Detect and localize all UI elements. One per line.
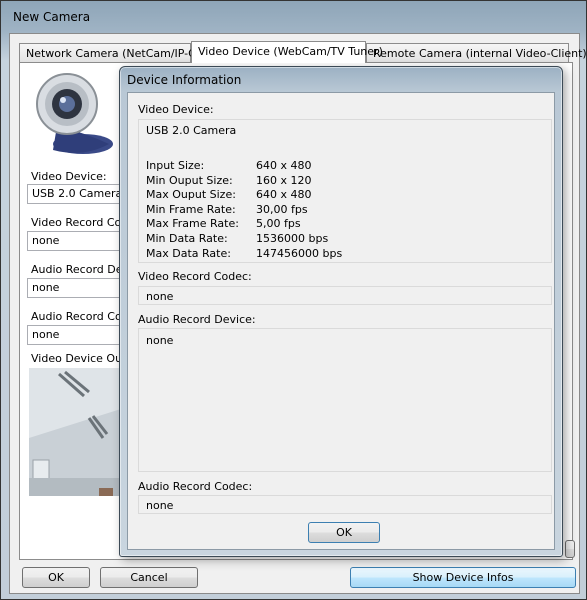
audio-codec-select[interactable]: none bbox=[27, 325, 127, 345]
dialog-title: Device Information bbox=[127, 73, 242, 87]
tab-video-device[interactable]: Video Device (WebCam/TV Tuner) bbox=[191, 41, 383, 63]
spec-row: Max Data Rate: 147456000 bps bbox=[146, 247, 342, 262]
video-codec-info-box: none bbox=[138, 286, 552, 305]
audio-device-select[interactable]: none bbox=[27, 278, 127, 298]
video-device-label: Video Device: bbox=[31, 170, 107, 183]
spec-value: 160 x 120 bbox=[256, 173, 312, 187]
spec-key: Min Data Rate: bbox=[146, 231, 228, 245]
dialog-video-codec-label: Video Record Codec: bbox=[138, 270, 252, 283]
spec-key: Max Ouput Size: bbox=[146, 188, 236, 202]
spec-value: 5,00 fps bbox=[256, 217, 301, 231]
video-preview bbox=[29, 368, 124, 496]
spec-key: Input Size: bbox=[146, 159, 205, 172]
spec-value: 640 x 480 bbox=[256, 188, 312, 202]
dialog-ok-button[interactable]: OK bbox=[308, 522, 380, 543]
spec-row: Min Data Rate: 1536000 bps bbox=[146, 232, 342, 247]
dialog-video-device-label: Video Device: bbox=[138, 103, 214, 116]
spec-row: Input Size: 640 x 480 bbox=[146, 159, 342, 174]
show-device-infos-button[interactable]: Show Device Infos bbox=[350, 567, 576, 588]
dialog-body: Video Device: USB 2.0 Camera Input Size:… bbox=[127, 92, 555, 550]
tab-network-camera[interactable]: Network Camera (NetCam/IP-Cam) bbox=[19, 43, 218, 62]
device-information-dialog: Device Information Video Device: USB 2.0… bbox=[119, 66, 563, 557]
audio-codec-info-box: none bbox=[138, 495, 552, 514]
audio-device-info-box: none bbox=[138, 328, 552, 472]
spec-row: Max Ouput Size: 640 x 480 bbox=[146, 188, 342, 203]
spec-value: 147456000 bps bbox=[256, 246, 343, 260]
window-title: New Camera bbox=[13, 10, 91, 24]
spec-key: Max Frame Rate: bbox=[146, 217, 239, 231]
video-codec-value: none bbox=[146, 290, 174, 303]
video-codec-select[interactable]: none bbox=[27, 231, 127, 251]
spec-row: Max Frame Rate: 5,00 fps bbox=[146, 217, 342, 232]
spec-row: Min Frame Rate: 30,00 fps bbox=[146, 203, 342, 218]
video-device-select[interactable]: USB 2.0 Camera bbox=[27, 184, 127, 204]
spec-key: Min Ouput Size: bbox=[146, 173, 233, 187]
partially-hidden-button[interactable] bbox=[565, 540, 575, 558]
spec-value: 30,00 fps bbox=[256, 202, 308, 216]
audio-device-value: none bbox=[146, 334, 174, 347]
spec-value: 1536000 bps bbox=[256, 231, 329, 245]
ok-button[interactable]: OK bbox=[22, 567, 90, 588]
spec-key: Max Data Rate: bbox=[146, 246, 231, 260]
spec-key: Min Frame Rate: bbox=[146, 202, 236, 216]
webcam-icon bbox=[23, 66, 119, 162]
device-spec-list: Input Size: 640 x 480 Min Ouput Size: 160 … bbox=[146, 159, 342, 261]
video-device-name: USB 2.0 Camera bbox=[146, 124, 237, 137]
video-device-info-box: USB 2.0 Camera Input Size: 640 x 480 Min … bbox=[138, 119, 552, 263]
audio-codec-value: none bbox=[146, 499, 174, 512]
dialog-audio-device-label: Audio Record Device: bbox=[138, 313, 256, 326]
spec-row: Min Ouput Size: 160 x 120 bbox=[146, 174, 342, 189]
spec-value: 640 x 480 bbox=[256, 159, 312, 172]
cancel-button[interactable]: Cancel bbox=[100, 567, 198, 588]
tab-remote-camera[interactable]: Remote Camera (internal Video-Client) bbox=[366, 43, 587, 62]
dialog-audio-codec-label: Audio Record Codec: bbox=[138, 480, 253, 493]
